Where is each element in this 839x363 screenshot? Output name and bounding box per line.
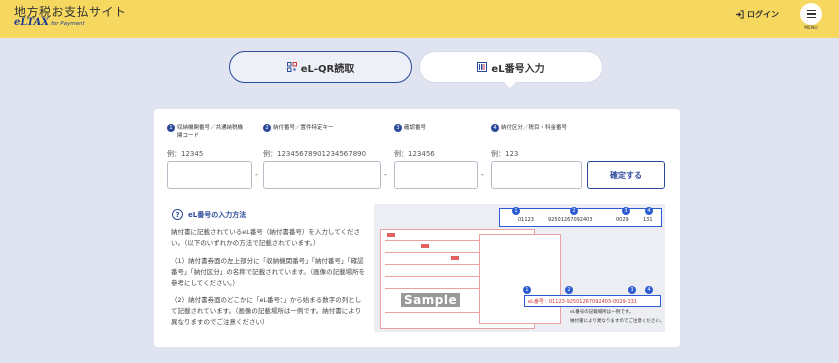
confirmation-number-input[interactable] — [394, 161, 478, 189]
sample-note-2: 納付書により異なりますのでご注意ください。 — [570, 319, 665, 324]
callout-value-4: 131 — [643, 217, 653, 223]
field-label-text-1: 収納機関番号／共通納税機関コード — [177, 125, 244, 139]
eltax-logo[interactable]: eLTAX for Payment — [14, 17, 85, 28]
agency-number-input[interactable] — [167, 161, 252, 189]
help-icon: ? — [172, 209, 183, 220]
callout-number-2b: 2 — [565, 286, 573, 294]
site-header: 地方税お支払サイト eLTAX for Payment — [0, 0, 839, 38]
slip-mark — [451, 256, 459, 260]
example-1: 例：12345 — [167, 150, 204, 158]
callout-el-number: eL番号：01123-92501267092403-0029-131 — [528, 298, 637, 305]
hamburger-bar — [806, 13, 816, 15]
callout-value-1: 01123 — [518, 217, 534, 223]
payment-number-input[interactable] — [263, 161, 381, 189]
barcode-icon — [477, 62, 488, 72]
confirm-button[interactable]: 確定する — [587, 161, 665, 189]
qr-code-icon — [286, 62, 297, 72]
callout-number-1b: 1 — [523, 286, 531, 294]
sample-stamp: Sample — [401, 293, 461, 307]
payment-category-input[interactable] — [491, 161, 582, 189]
logo-sub: for Payment — [51, 21, 85, 27]
field-label-text-3: 確認番号 — [404, 125, 427, 131]
callout-number-4b: 4 — [645, 286, 653, 294]
tab-el-number[interactable]: eL番号入力 — [419, 51, 603, 83]
example-3: 例：123456 — [394, 150, 435, 158]
callout-number-4: 4 — [645, 207, 653, 215]
field-label-text-4: 納付区分／税目・科金番号 — [501, 125, 568, 131]
menu-button[interactable] — [800, 3, 822, 25]
slip-line — [385, 264, 480, 265]
callout-number-3b: 3 — [628, 286, 636, 294]
step-number-4: 4 — [491, 124, 499, 132]
field-label-1: 1 収納機関番号／共通納税機関コード — [167, 124, 247, 140]
step-number-2: 2 — [263, 124, 271, 132]
slip-mark — [387, 233, 395, 237]
slip-line — [385, 276, 480, 277]
el-fields-callout: 1 2 3 4 01123 92501267092403 0029 131 — [499, 207, 662, 227]
tab-el-qr-label: eL-QR読取 — [300, 63, 355, 75]
hamburger-icon — [806, 9, 816, 12]
callout-number-3: 3 — [622, 207, 630, 215]
hamburger-bar — [806, 16, 816, 19]
separator-1: - — [255, 170, 258, 179]
slip-stub — [479, 234, 561, 324]
el-number-callout: 1 2 3 4 eL番号：01123-92501267092403-0029-1… — [523, 286, 661, 307]
howto-paragraph-1: 納付書に記載されているeL番号（納付書番号）を入力してください。（以下のいずれか… — [171, 228, 361, 247]
howto-paragraph-2: （1）納付書券面の左上部分に「収納機関番号」「納付番号」「確認番号」「納付区分」… — [171, 257, 366, 287]
separator-2: - — [384, 170, 387, 179]
login-link[interactable]: ログイン — [735, 9, 779, 20]
login-icon — [735, 10, 744, 19]
step-number-1: 1 — [167, 124, 175, 132]
howto-title: eL番号の入力方法 — [188, 210, 247, 219]
field-label-3: 3 確認番号 — [394, 124, 474, 132]
slip-line — [385, 288, 480, 289]
field-label-text-2: 納付番号／置件特定キー — [273, 125, 334, 131]
howto-paragraph-3: （2）納付書券面のどこかに「eL番号：」から始まる数字の列として記載されています… — [171, 296, 362, 326]
step-number-3: 3 — [394, 124, 402, 132]
active-tab-pointer — [504, 82, 516, 88]
logo-main: eLTAX — [14, 17, 49, 28]
sample-note-1: eL番号の記載場所は一例です。 — [570, 310, 634, 315]
tab-el-number-label: eL番号入力 — [491, 63, 545, 75]
field-label-4: 4 納付区分／税目・科金番号 — [491, 124, 591, 132]
separator-3: - — [481, 170, 484, 179]
callout-value-3: 0029 — [616, 217, 629, 223]
slip-mark — [421, 244, 429, 248]
callout-number-1: 1 — [512, 207, 520, 215]
sample-payment-slip-image: Sample 1 2 3 4 01123 92501267092403 0029… — [374, 204, 665, 332]
callout-value-2: 92501267092403 — [548, 217, 593, 223]
menu-label: MENU — [804, 26, 818, 31]
callout-number-2: 2 — [570, 207, 578, 215]
slip-line — [385, 312, 480, 313]
login-label: ログイン — [747, 10, 779, 19]
field-label-2: 2 納付番号／置件特定キー — [263, 124, 383, 132]
example-4: 例：123 — [491, 150, 519, 158]
howto-heading: ? eL番号の入力方法 — [172, 209, 246, 220]
example-2: 例：12345678901234567890 — [263, 150, 367, 158]
tab-el-qr[interactable]: eL-QR読取 — [229, 51, 412, 83]
